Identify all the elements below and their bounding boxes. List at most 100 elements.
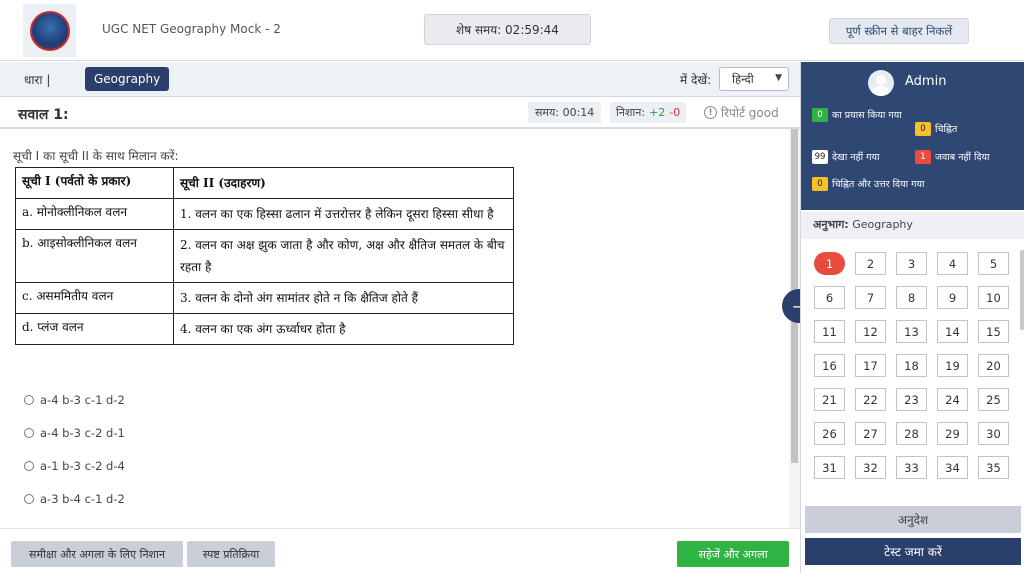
question-palette-button[interactable]: 19 [937,354,968,377]
view-in-label: में देखें: [680,73,712,87]
answer-option[interactable]: a-4 b-3 c-2 d-1 [24,416,125,449]
info-icon: ! [704,106,717,119]
language-value: हिन्दी [732,71,754,86]
radio-button[interactable] [24,394,34,405]
table-row: a. मोनोक्लीनिकल वलन 1. वलन का एक हिस्सा … [15,198,514,230]
question-grid: 1 2 3 4 5 6 7 8 9 10 11 12 13 14 15 16 17 18 19 20 21 22 23 24 2… [814,252,1009,479]
question-palette-button[interactable]: 21 [814,388,845,411]
section-prefix: अनुभाग: [813,218,849,231]
report-label: रिपोर्ट good [721,106,779,120]
test-title: UGC NET Geography Mock - 2 [102,22,281,36]
question-palette-button[interactable]: 35 [978,456,1009,479]
question-palette-panel: Admin 0 का प्रयास किया गया 0 चिह्नित 99 … [800,62,1024,573]
question-scrollbar[interactable] [789,129,800,529]
question-palette-button[interactable]: 23 [896,388,927,411]
palette-scrollbar[interactable] [1020,250,1024,330]
question-palette-button[interactable]: 17 [855,354,886,377]
table-header-cell: सूची I (पर्वतो के प्रकार) [15,167,174,199]
avatar [868,70,894,96]
answer-option[interactable]: a-3 b-4 c-1 d-2 [24,482,125,515]
question-palette-button[interactable]: 16 [814,354,845,377]
mark-review-next-button[interactable]: समीक्षा और अगला के लिए निशान [11,541,183,567]
palette-section: अनुभाग: Geography [801,212,1024,239]
header: UGC NET Geography Mock - 2 शेष समय: 02:5… [0,0,1024,61]
question-palette-button[interactable]: 20 [978,354,1009,377]
question-palette-button[interactable]: 15 [978,320,1009,343]
marked-answered-count: 0 [812,177,828,191]
submit-test-button[interactable]: टेस्ट जमा करें [805,538,1021,565]
question-palette-button[interactable]: 12 [855,320,886,343]
question-palette-button[interactable]: 27 [855,422,886,445]
chevron-down-icon: ▼ [775,73,782,83]
radio-button[interactable] [24,460,34,471]
footer: समीक्षा और अगला के लिए निशान स्पष्ट प्रत… [0,528,800,573]
tab-geography[interactable]: Geography [85,67,170,91]
not-visited-label: देखा नहीं गया [832,152,880,163]
question-palette-button[interactable]: 29 [937,422,968,445]
legend-marked-answered: 0 चिह्नित और उत्तर दिया गया [812,177,924,191]
table-row: c. असममितीय वलन 3. वलन के दोनो अंग सामां… [15,282,514,314]
question-palette-button[interactable]: 3 [896,252,927,275]
question-bar: सवाल 1: समय: 00:14 निशान: +2 -0 ! रिपोर्… [0,97,800,129]
radio-button[interactable] [24,427,34,438]
table-cell: 3. वलन के दोनो अंग सामांतर होते न कि क्ष… [173,282,514,314]
question-palette-button[interactable]: 7 [855,286,886,309]
table-cell: a. मोनोक्लीनिकल वलन [15,198,174,230]
question-palette-button[interactable]: 33 [896,456,927,479]
question-palette-button[interactable]: 25 [978,388,1009,411]
question-palette-button[interactable]: 28 [896,422,927,445]
marked-label: चिह्नित [935,124,958,135]
question-palette-button[interactable]: 11 [814,320,845,343]
question-marks: निशान: +2 -0 [610,102,687,123]
answer-options: a-4 b-3 c-1 d-2 a-4 b-3 c-2 d-1 a-1 b-3 … [24,383,125,515]
table-row: b. आइसोक्लीनिकल वलन 2. वलन का अक्ष झुक ज… [15,229,514,283]
marks-label: निशान: [616,106,646,119]
table-header-row: सूची I (पर्वतो के प्रकार) सूची II (उदाहर… [15,167,514,199]
question-palette-button[interactable]: 32 [855,456,886,479]
report-button[interactable]: ! रिपोर्ट good [704,104,779,121]
radio-button[interactable] [24,493,34,504]
not-answered-label: जवाब नहीं दिया [935,152,990,163]
question-palette-button[interactable]: 10 [978,286,1009,309]
question-palette-button[interactable]: 9 [937,286,968,309]
question-content: सूची I का सूची II के साथ मिलान करें: सूच… [0,131,789,528]
question-palette-button[interactable]: 18 [896,354,927,377]
question-palette-button[interactable]: 26 [814,422,845,445]
question-palette-button[interactable]: 31 [814,456,845,479]
logo [23,4,76,57]
question-palette-button[interactable]: 5 [978,252,1009,275]
logo-emblem [29,10,70,51]
question-instruction: सूची I का सूची II के साथ मिलान करें: [13,149,179,163]
question-palette-button[interactable]: 4 [937,252,968,275]
not-visited-count: 99 [812,150,828,164]
table-header-cell: सूची II (उदाहरण) [173,167,514,199]
table-cell: 1. वलन का एक हिस्सा ढलान में उत्तरोत्तर … [173,198,514,230]
question-time: समय: 00:14 [528,102,602,123]
answer-option[interactable]: a-4 b-3 c-1 d-2 [24,383,125,416]
question-palette-button[interactable]: 2 [855,252,886,275]
question-palette-button[interactable]: 13 [896,320,927,343]
language-select[interactable]: हिन्दी ▼ [719,67,789,91]
question-palette-button[interactable]: 30 [978,422,1009,445]
match-table: सूची I (पर्वतो के प्रकार) सूची II (उदाहर… [15,167,514,345]
marks-positive: +2 [649,106,666,119]
exit-fullscreen-button[interactable]: पूर्ण स्क्रीन से बाहर निकलें [829,18,969,44]
question-palette-button[interactable]: 22 [855,388,886,411]
question-palette-button[interactable]: 24 [937,388,968,411]
question-palette-button[interactable]: 6 [814,286,845,309]
question-palette-button[interactable]: 14 [937,320,968,343]
answer-option[interactable]: a-1 b-3 c-2 d-4 [24,449,125,482]
answered-count: 0 [812,108,828,122]
time-remaining: शेष समय: 02:59:44 [424,14,591,45]
question-palette-button[interactable]: 8 [896,286,927,309]
option-label: a-1 b-3 c-2 d-4 [40,458,125,473]
question-palette-button[interactable]: 34 [937,456,968,479]
option-label: a-3 b-4 c-1 d-2 [40,491,125,506]
table-cell: b. आइसोक्लीनिकल वलन [15,229,174,283]
clear-response-button[interactable]: स्पष्ट प्रतिक्रिया [187,541,275,567]
section-label: धारा | [24,73,51,87]
instructions-button[interactable]: अनुदेश [805,506,1021,533]
table-cell: c. असममितीय वलन [15,282,174,314]
question-palette-button[interactable]: 1 [814,252,845,275]
save-next-button[interactable]: सहेजें और अगला [677,541,789,567]
